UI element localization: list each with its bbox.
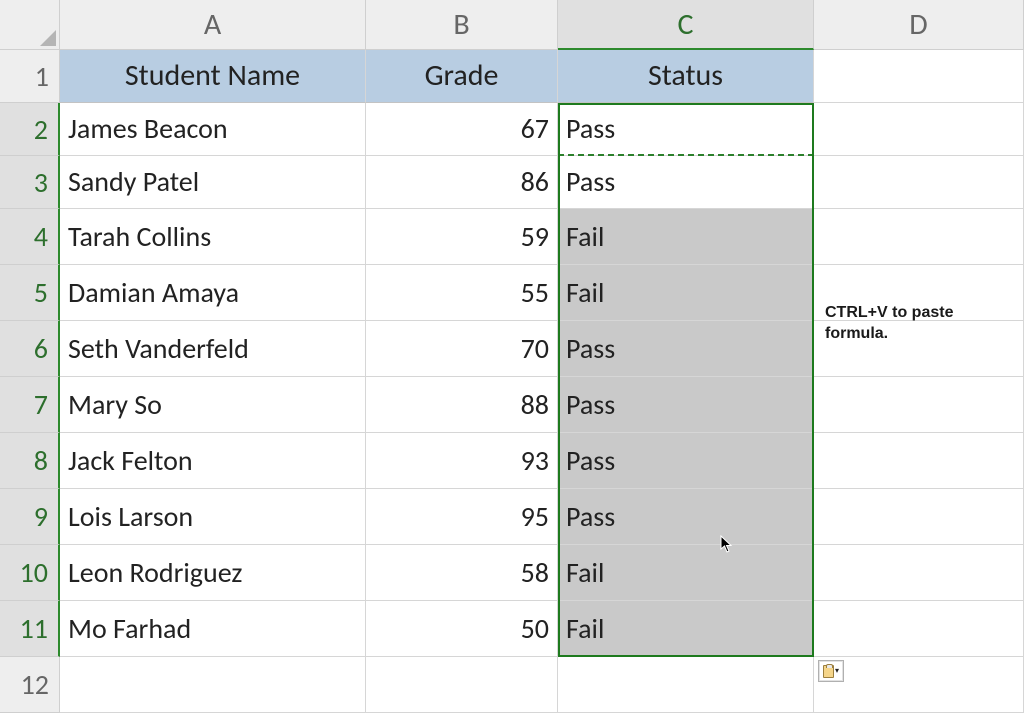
row-header-2[interactable]: 2 <box>0 103 60 156</box>
cell-B10[interactable]: 58 <box>366 545 558 601</box>
cell-D10[interactable] <box>814 545 1024 601</box>
cell-B4[interactable]: 59 <box>366 209 558 265</box>
cell-D9[interactable] <box>814 489 1024 545</box>
cell-D12[interactable] <box>814 657 1024 713</box>
col-header-D[interactable]: D <box>814 0 1024 50</box>
select-all-icon <box>40 30 56 46</box>
cell-B12[interactable] <box>366 657 558 713</box>
col-header-A[interactable]: A <box>60 0 366 50</box>
cell-A6[interactable]: Seth Vanderfeld <box>60 321 366 377</box>
paste-options-button[interactable]: ▾ <box>818 660 844 682</box>
cell-A8[interactable]: Jack Felton <box>60 433 366 489</box>
cell-C5[interactable]: Fail <box>558 265 814 321</box>
row-header-12[interactable]: 12 <box>0 657 60 713</box>
cell-A2[interactable]: James Beacon <box>60 103 366 156</box>
cell-D7[interactable] <box>814 377 1024 433</box>
select-all-corner[interactable] <box>0 0 60 50</box>
spreadsheet-viewport[interactable]: A B C D 1 2 3 4 5 6 7 8 9 10 11 12 Stude… <box>0 0 1024 721</box>
cell-B3[interactable]: 86 <box>366 156 558 209</box>
clipboard-icon <box>823 665 834 678</box>
cell-A5[interactable]: Damian Amaya <box>60 265 366 321</box>
cell-A10[interactable]: Leon Rodriguez <box>60 545 366 601</box>
cell-A3[interactable]: Sandy Patel <box>60 156 366 209</box>
cell-B9[interactable]: 95 <box>366 489 558 545</box>
cell-C7[interactable]: Pass <box>558 377 814 433</box>
cell-A9[interactable]: Lois Larson <box>60 489 366 545</box>
column-headers: A B C D <box>60 0 1024 50</box>
cell-C10[interactable]: Fail <box>558 545 814 601</box>
cell-D1[interactable] <box>814 50 1024 103</box>
cell-B2[interactable]: 67 <box>366 103 558 156</box>
cell-D4[interactable] <box>814 209 1024 265</box>
row-header-4[interactable]: 4 <box>0 209 60 265</box>
col-header-B[interactable]: B <box>366 0 558 50</box>
cell-C1[interactable]: Status <box>558 50 814 103</box>
cell-C11[interactable]: Fail <box>558 601 814 657</box>
cell-B8[interactable]: 93 <box>366 433 558 489</box>
cell-A4[interactable]: Tarah Collins <box>60 209 366 265</box>
cell-C6[interactable]: Pass <box>558 321 814 377</box>
cell-B11[interactable]: 50 <box>366 601 558 657</box>
cell-C9[interactable]: Pass <box>558 489 814 545</box>
cell-B5[interactable]: 55 <box>366 265 558 321</box>
cell-D2[interactable] <box>814 103 1024 156</box>
row-header-6[interactable]: 6 <box>0 321 60 377</box>
row-header-10[interactable]: 10 <box>0 545 60 601</box>
cell-C8[interactable]: Pass <box>558 433 814 489</box>
cell-A11[interactable]: Mo Farhad <box>60 601 366 657</box>
cell-B1[interactable]: Grade <box>366 50 558 103</box>
row-header-9[interactable]: 9 <box>0 489 60 545</box>
annotation-text: CTRL+V to paste formula. <box>825 303 1015 345</box>
row-header-3[interactable]: 3 <box>0 156 60 209</box>
cell-A7[interactable]: Mary So <box>60 377 366 433</box>
cell-A12[interactable] <box>60 657 366 713</box>
grid: Student Name Grade Status James Beacon 6… <box>60 50 1024 713</box>
cell-D11[interactable] <box>814 601 1024 657</box>
cell-C3[interactable]: Pass <box>558 156 814 209</box>
row-header-1[interactable]: 1 <box>0 50 60 103</box>
cell-B7[interactable]: 88 <box>366 377 558 433</box>
cell-D3[interactable] <box>814 156 1024 209</box>
cell-C4[interactable]: Fail <box>558 209 814 265</box>
row-header-8[interactable]: 8 <box>0 433 60 489</box>
row-header-11[interactable]: 11 <box>0 601 60 657</box>
cell-D8[interactable] <box>814 433 1024 489</box>
row-headers: 1 2 3 4 5 6 7 8 9 10 11 12 <box>0 50 60 713</box>
cell-C2[interactable]: Pass <box>558 103 814 156</box>
cell-B6[interactable]: 70 <box>366 321 558 377</box>
row-header-5[interactable]: 5 <box>0 265 60 321</box>
cell-A1[interactable]: Student Name <box>60 50 366 103</box>
row-header-7[interactable]: 7 <box>0 377 60 433</box>
chevron-down-icon: ▾ <box>835 666 839 676</box>
col-header-C[interactable]: C <box>558 0 814 50</box>
cell-C12[interactable] <box>558 657 814 713</box>
